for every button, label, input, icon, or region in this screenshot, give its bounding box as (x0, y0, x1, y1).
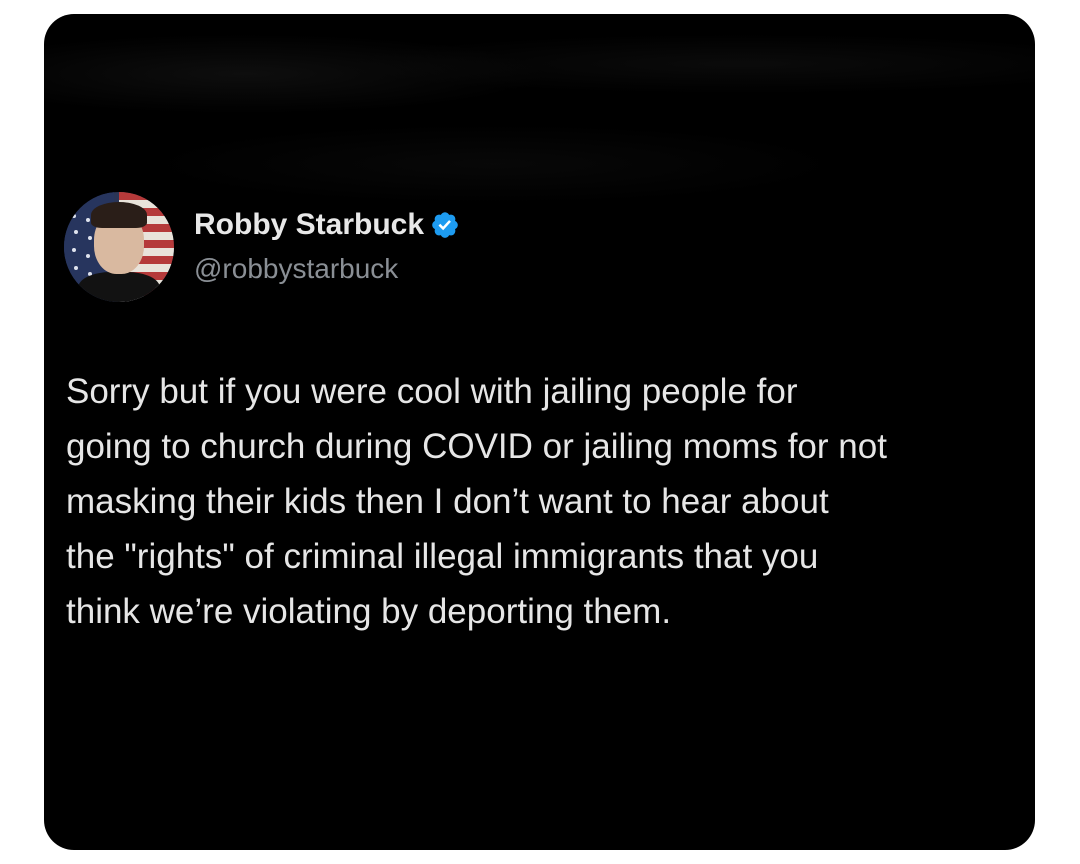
tweet-text: Sorry but if you were cool with jailing … (66, 372, 887, 631)
avatar[interactable] (64, 192, 174, 302)
avatar-hair (91, 202, 147, 228)
avatar-shirt (78, 272, 160, 302)
display-name[interactable]: Robby Starbuck (194, 205, 424, 245)
tweet-screenshot-card: Robby Starbuck @robbystarbuck Sorry but … (44, 14, 1035, 850)
tweet-header: Robby Starbuck @robbystarbuck (64, 192, 460, 302)
author-info: Robby Starbuck @robbystarbuck (194, 205, 460, 289)
name-row: Robby Starbuck (194, 205, 460, 245)
verified-badge-icon (432, 212, 458, 238)
author-handle[interactable]: @robbystarbuck (194, 249, 460, 289)
